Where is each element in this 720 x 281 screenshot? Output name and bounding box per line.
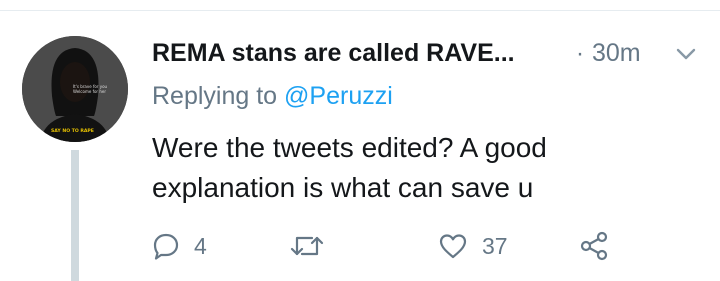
share-icon (578, 230, 610, 262)
display-name[interactable]: REMA stans are called RAVE... (152, 39, 515, 68)
thread-line (71, 150, 79, 281)
replying-handle-link[interactable]: @Peruzzi (284, 82, 393, 110)
replying-to: Replying to @Peruzzi (152, 82, 393, 111)
replying-prefix: Replying to (152, 82, 285, 110)
tweet[interactable]: It's brave for you Welcome for her SAY N… (0, 0, 720, 281)
share-button[interactable] (578, 226, 610, 266)
caret-down-icon[interactable] (676, 47, 696, 61)
divider (0, 10, 720, 11)
tweet-header: REMA stans are called RAVE... · 30m (152, 36, 712, 76)
like-icon (438, 232, 468, 260)
reply-icon (152, 232, 180, 260)
retweet-button[interactable] (290, 226, 338, 266)
separator-dot: · (576, 40, 584, 67)
like-count: 37 (482, 232, 508, 259)
avatar[interactable]: It's brave for you Welcome for her SAY N… (22, 36, 128, 142)
tweet-text: Were the tweets edited? A good explanati… (152, 132, 547, 203)
tweet-actions: 4 37 (152, 226, 712, 266)
avatar-slogan: SAY NO TO RAPE (51, 128, 94, 134)
reply-button[interactable]: 4 (152, 226, 207, 266)
avatar-caption-2: Welcome for her (73, 89, 106, 94)
like-button[interactable]: 37 (438, 226, 508, 266)
timestamp[interactable]: 30m (592, 39, 641, 68)
reply-count: 4 (194, 232, 207, 259)
retweet-icon (290, 232, 324, 260)
